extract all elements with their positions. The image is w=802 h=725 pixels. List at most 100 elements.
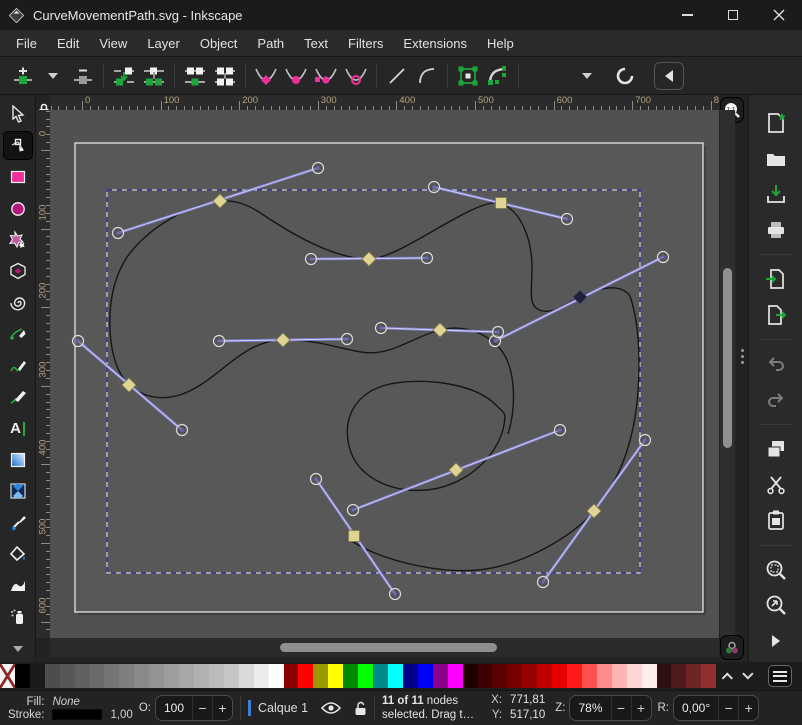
x-coord-dropdown[interactable] (572, 61, 602, 91)
color-swatch[interactable] (164, 664, 179, 688)
color-swatch[interactable] (328, 664, 343, 688)
color-swatch[interactable] (15, 664, 30, 688)
menu-help[interactable]: Help (477, 32, 524, 55)
color-swatch[interactable] (418, 664, 433, 688)
open-document-button[interactable] (761, 145, 791, 174)
color-swatch[interactable] (224, 664, 239, 688)
rotation-increase-button[interactable]: + (738, 695, 758, 721)
undo-button[interactable] (761, 350, 791, 379)
tool-spray[interactable] (4, 604, 32, 630)
color-swatch[interactable] (209, 664, 224, 688)
color-management-button[interactable] (720, 635, 744, 660)
minimize-button[interactable] (664, 0, 710, 30)
color-swatch[interactable] (358, 664, 373, 688)
stroke-to-path-button[interactable] (483, 61, 513, 91)
palette-scroll-up-button[interactable] (724, 672, 732, 680)
save-document-button[interactable] (761, 180, 791, 209)
insert-node-dropdown[interactable] (38, 61, 68, 91)
show-transform-handles-button[interactable] (610, 61, 640, 91)
tool-pen[interactable] (4, 321, 32, 347)
color-swatch[interactable] (597, 664, 612, 688)
tool-star[interactable] (4, 227, 32, 253)
close-button[interactable] (756, 0, 802, 30)
color-swatch[interactable] (194, 664, 209, 688)
auto-node-button[interactable] (341, 61, 371, 91)
tool-selector[interactable] (4, 101, 32, 127)
toolbox-more-button[interactable] (4, 635, 32, 661)
color-swatch[interactable] (119, 664, 134, 688)
path-node[interactable] (349, 531, 360, 542)
vertical-ruler[interactable]: 0100200300400500600 (36, 110, 50, 638)
tool-node-editor[interactable] (4, 132, 32, 158)
color-swatch[interactable] (269, 664, 284, 688)
horizontal-scrollbar-thumb[interactable] (280, 643, 497, 652)
color-swatch[interactable] (313, 664, 328, 688)
delete-node-button[interactable] (68, 61, 98, 91)
drawing-canvas[interactable] (50, 110, 719, 638)
color-swatch[interactable] (90, 664, 105, 688)
vertical-scrollbar-thumb[interactable] (723, 268, 732, 448)
print-button[interactable] (761, 216, 791, 245)
tool-spiral[interactable] (4, 290, 32, 316)
color-swatch[interactable] (537, 664, 552, 688)
document-page[interactable] (75, 143, 703, 612)
color-swatch[interactable] (104, 664, 119, 688)
tool-text[interactable]: A (4, 415, 32, 441)
color-swatch[interactable] (134, 664, 149, 688)
tool-ellipse[interactable] (4, 195, 32, 221)
maximize-button[interactable] (710, 0, 756, 30)
object-to-path-button[interactable] (453, 61, 483, 91)
tool-pencil[interactable] (4, 353, 32, 379)
vertical-scrollbar[interactable] (720, 110, 735, 638)
zoom-spinbox[interactable]: 78% − + (569, 695, 651, 721)
palette-scroll-down-button[interactable] (746, 672, 754, 680)
tool-rectangle[interactable] (4, 164, 32, 190)
symmetric-node-button[interactable] (311, 61, 341, 91)
zoom-increase-button[interactable]: + (631, 695, 651, 721)
color-swatch[interactable] (388, 664, 403, 688)
menu-text[interactable]: Text (294, 32, 338, 55)
color-swatch[interactable] (239, 664, 254, 688)
color-swatch[interactable] (30, 664, 45, 688)
menu-extensions[interactable]: Extensions (393, 32, 477, 55)
color-swatch[interactable] (686, 664, 701, 688)
color-swatch[interactable] (60, 664, 75, 688)
stroke-color-swatch[interactable] (52, 709, 102, 720)
path-node[interactable] (496, 198, 507, 209)
tool-dropper[interactable] (4, 510, 32, 536)
zoom-selection-button[interactable] (761, 555, 791, 584)
tool-mesh-gradient[interactable] (4, 478, 32, 504)
tool-gradient[interactable] (4, 447, 32, 473)
join-path-button[interactable] (139, 61, 169, 91)
color-swatch[interactable] (492, 664, 507, 688)
panel-resize-grip[interactable] (739, 349, 745, 364)
color-swatch[interactable] (642, 664, 657, 688)
export-button[interactable] (761, 301, 791, 330)
rotation-spinbox[interactable]: 0,00° − + (673, 695, 759, 721)
color-swatch[interactable] (403, 664, 418, 688)
join-with-segment-button[interactable] (180, 61, 210, 91)
smooth-node-button[interactable] (281, 61, 311, 91)
color-swatch[interactable] (433, 664, 448, 688)
color-swatch[interactable] (75, 664, 90, 688)
color-swatch[interactable] (612, 664, 627, 688)
cut-button[interactable] (761, 471, 791, 500)
color-swatch[interactable] (627, 664, 642, 688)
color-swatch[interactable] (478, 664, 493, 688)
fill-stroke-indicator[interactable]: Fill: None Stroke: 1,00 (0, 696, 133, 721)
menu-layer[interactable]: Layer (137, 32, 190, 55)
horizontal-ruler[interactable]: 0100200300400500600700800 (50, 95, 719, 110)
opacity-decrease-button[interactable]: − (192, 695, 212, 721)
tool-calligraphy[interactable] (4, 384, 32, 410)
tool-paint-bucket[interactable] (4, 541, 32, 567)
layer-lock-icon[interactable] (354, 701, 367, 716)
curve-segment-button[interactable] (412, 61, 442, 91)
layer-visibility-eye-icon[interactable] (321, 701, 341, 715)
color-swatch[interactable] (701, 664, 716, 688)
line-segment-button[interactable] (382, 61, 412, 91)
color-swatch[interactable] (373, 664, 388, 688)
color-swatch[interactable] (657, 664, 672, 688)
layer-name[interactable]: Calque 1 (258, 701, 308, 715)
tool-tweak[interactable] (4, 573, 32, 599)
color-swatch[interactable] (343, 664, 358, 688)
